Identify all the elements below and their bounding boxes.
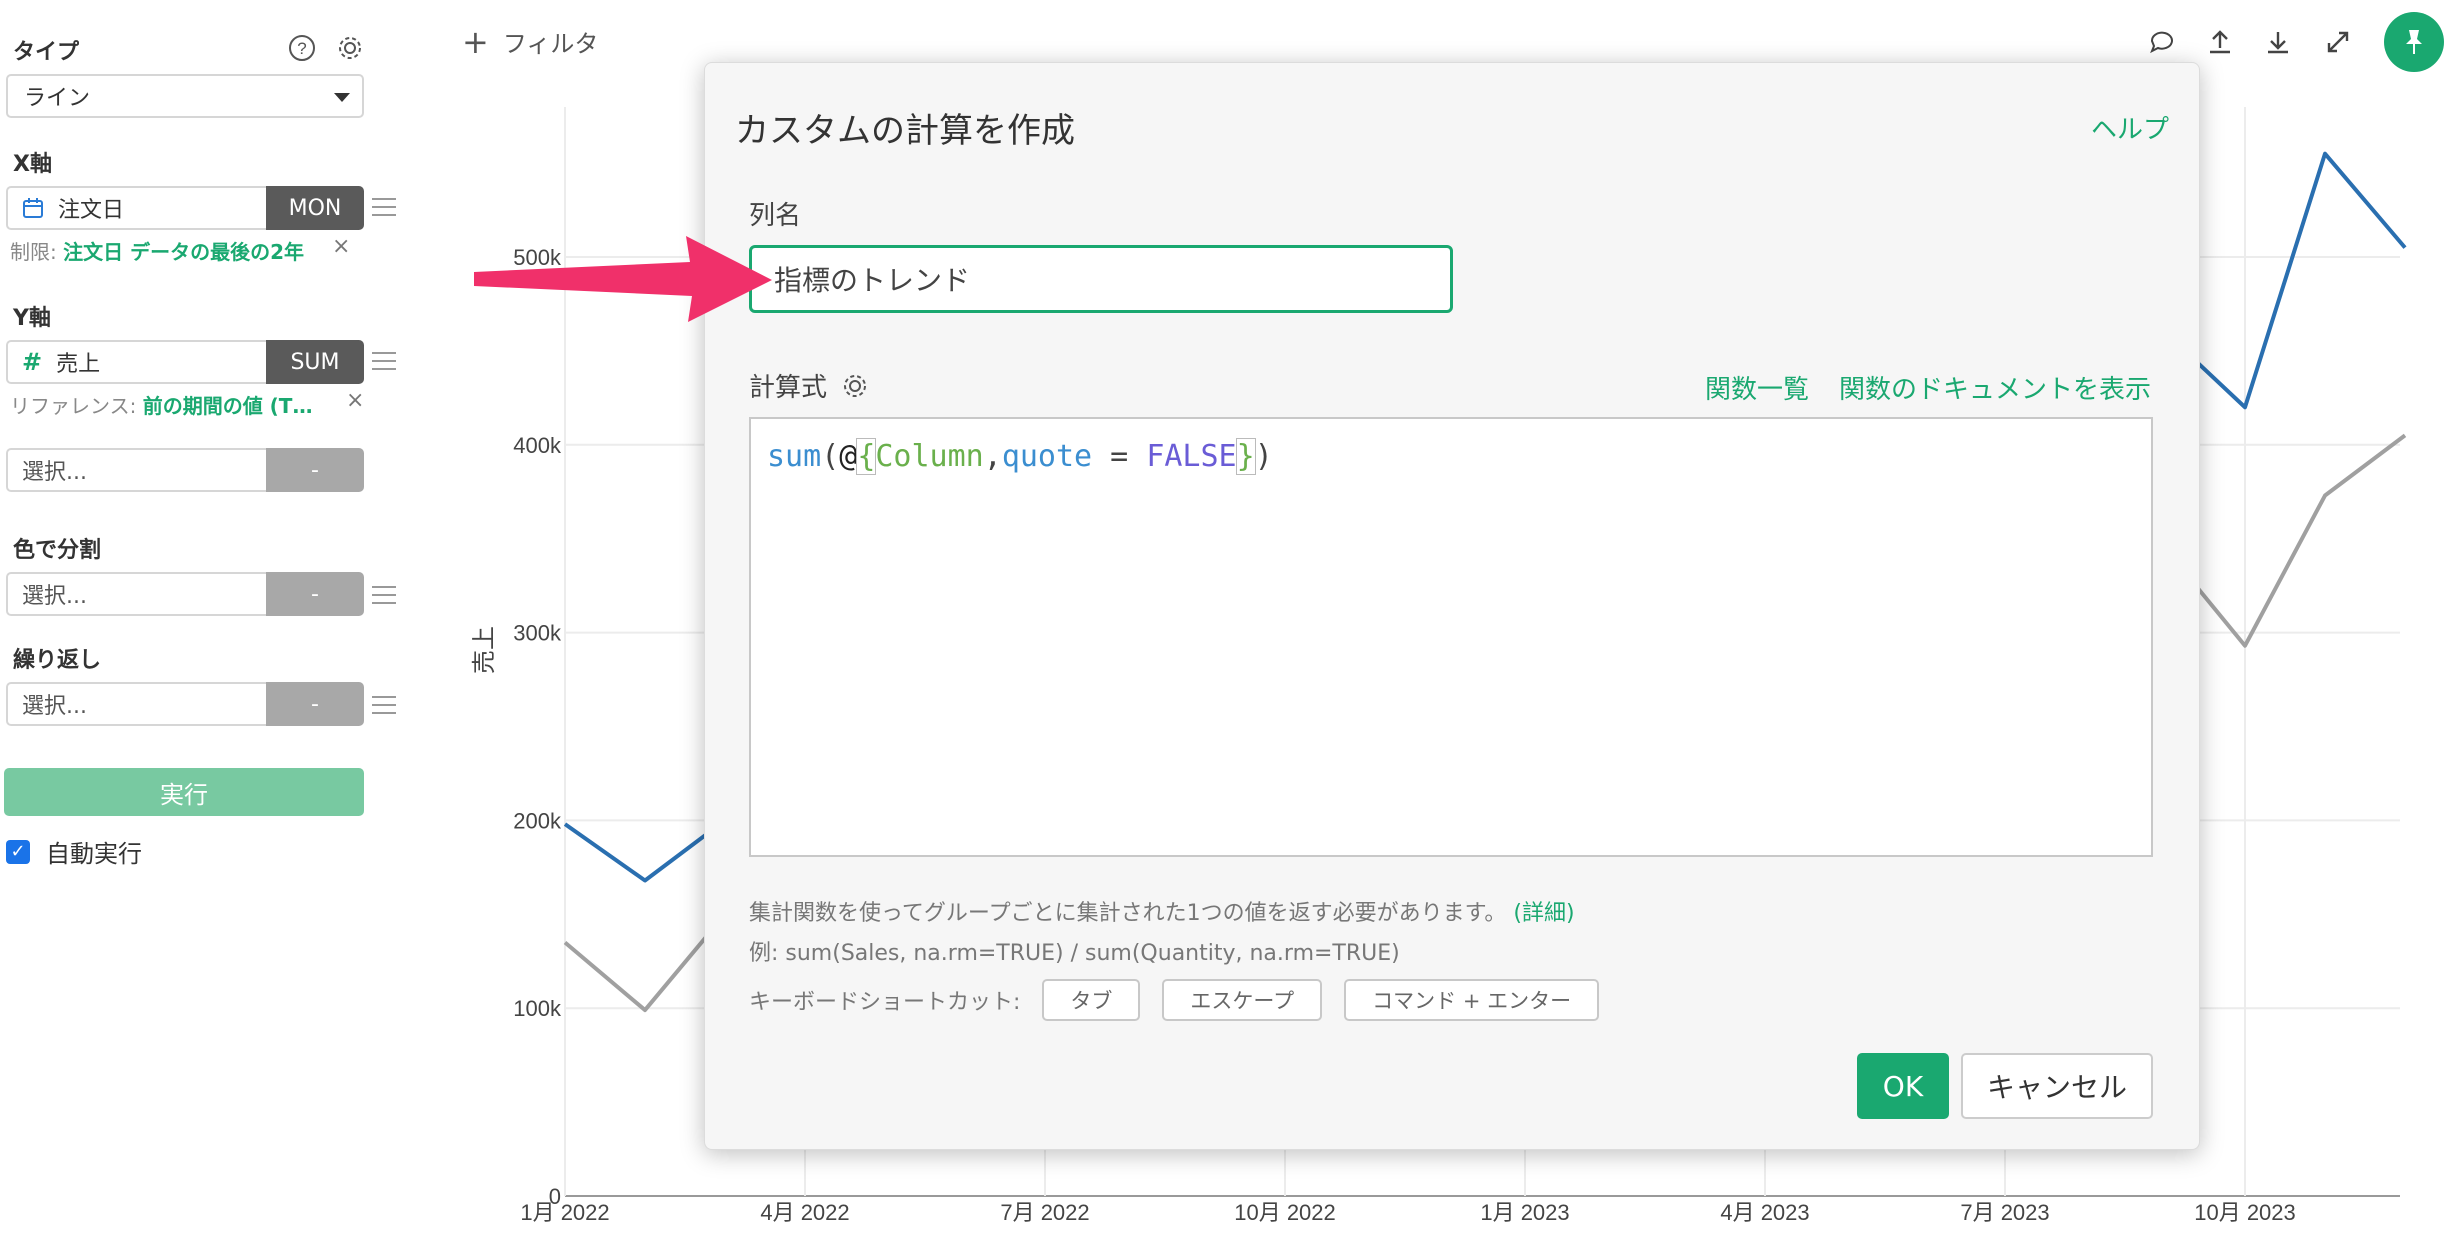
annotation-arrow-icon: [474, 236, 772, 322]
